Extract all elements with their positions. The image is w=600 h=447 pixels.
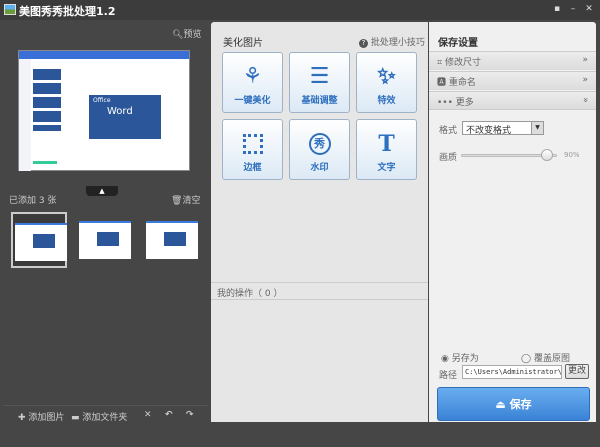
section-more[interactable]: ••• 更多» — [429, 91, 596, 110]
more-icon: ••• — [437, 98, 456, 108]
rotate-right-icon[interactable]: ↷ — [186, 410, 194, 420]
save-button[interactable]: ⏏ 保存 — [437, 387, 590, 421]
chat-icon[interactable]: ▪ — [552, 4, 562, 14]
quality-value: 90% — [564, 151, 580, 159]
add-image-button[interactable]: ✚ 添加图片 — [18, 410, 64, 423]
chevron-right-icon: » — [582, 55, 588, 65]
magic-wand-icon: ✨︎ — [377, 64, 396, 89]
window-title: 美图秀秀批处理1.2 — [19, 5, 116, 18]
help-icon: ? — [359, 39, 368, 48]
preview-image: Office Word — [18, 50, 190, 171]
path-input[interactable]: C:\Users\Administrator\De: — [462, 365, 562, 379]
trash-icon: 🗑︎ — [171, 196, 183, 206]
thumbnail-2[interactable] — [77, 212, 133, 268]
tool-frame[interactable]: 边框 — [222, 119, 283, 180]
section-rename[interactable]: 🅰︎ 重命名» — [429, 71, 596, 90]
thumbnail-1[interactable] — [11, 212, 67, 268]
rotate-left-icon[interactable]: ↶ — [165, 410, 173, 420]
panel-heading: 美化图片 — [223, 38, 263, 49]
close-button[interactable]: ✕ — [584, 4, 594, 14]
watermark-icon: 秀 — [290, 128, 349, 160]
text-icon: T — [378, 131, 395, 157]
thumbnail-3[interactable] — [144, 212, 200, 268]
frame-icon — [223, 128, 282, 160]
tool-one-click-beautify[interactable]: ⚘ 一键美化 — [222, 52, 283, 113]
plus-icon: ✚ — [18, 413, 29, 423]
dropdown-arrow-icon: ▼ — [531, 122, 543, 134]
tulip-icon: ⚘ — [242, 64, 263, 89]
my-operations: 我的操作（ 0 ） — [211, 282, 428, 300]
radio-unchecked-icon: ◯ — [521, 354, 534, 364]
format-label: 格式 — [439, 126, 458, 136]
app-icon — [4, 4, 16, 15]
save-icon: ⏏ — [495, 398, 510, 411]
preview-button[interactable]: 🔍︎预览 — [172, 27, 201, 40]
preview-icon: 🔍︎ — [172, 30, 184, 40]
radio-checked-icon: ◉ — [441, 354, 452, 364]
clear-button[interactable]: 🗑︎清空 — [171, 193, 200, 206]
tips-link[interactable]: ? 批处理小技巧 — [359, 35, 425, 48]
section-resize[interactable]: ⌗ 修改尺寸» — [429, 51, 596, 70]
tool-text[interactable]: T 文字 — [356, 119, 417, 180]
rename-icon: 🅰︎ — [437, 78, 449, 88]
tool-effects[interactable]: ✨︎ 特效 — [356, 52, 417, 113]
chevron-down-icon: » — [580, 97, 591, 103]
folder-icon: ▬ — [71, 413, 83, 423]
crop-icon: ⌗ — [437, 58, 445, 68]
delete-icon[interactable]: ✕ — [144, 410, 152, 420]
quality-label: 画质 — [439, 153, 458, 163]
added-count: 已添加 3 张 — [9, 196, 57, 206]
panel-heading: 保存设置 — [438, 38, 478, 49]
save-as-radio[interactable]: ◉ 另存为 — [441, 351, 479, 364]
format-select[interactable]: 不改变格式 ▼ — [462, 121, 544, 136]
add-folder-button[interactable]: ▬ 添加文件夹 — [71, 410, 127, 423]
tool-basic-adjust[interactable]: ☰ 基础调整 — [289, 52, 350, 113]
sliders-icon: ☰ — [309, 64, 330, 89]
collapse-button[interactable]: ▲ — [86, 186, 118, 196]
path-label: 路径 — [439, 371, 458, 381]
minimize-button[interactable]: – — [568, 4, 578, 14]
overwrite-radio[interactable]: ◯ 覆盖原图 — [521, 351, 570, 364]
chevron-right-icon: » — [582, 75, 588, 85]
title-bar: 美图秀秀批处理1.2 ▪ – ✕ — [0, 0, 600, 20]
tool-watermark[interactable]: 秀水印 — [289, 119, 350, 180]
change-path-button[interactable]: 更改 — [565, 364, 589, 379]
divider — [3, 405, 208, 406]
